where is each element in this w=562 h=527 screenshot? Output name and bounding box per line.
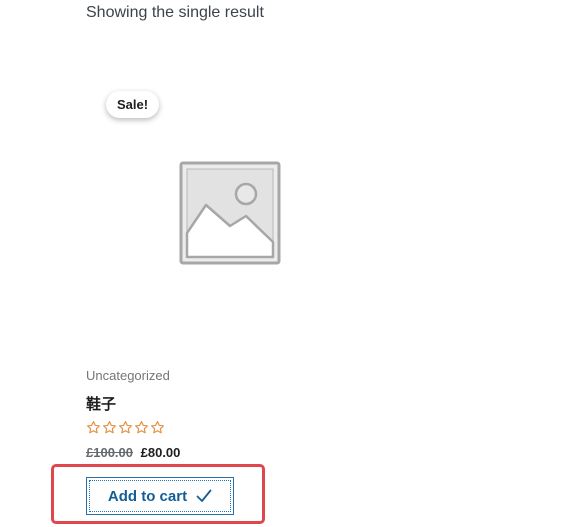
add-to-cart-button[interactable]: Add to cart	[86, 477, 234, 515]
star-outline-icon	[103, 421, 116, 434]
product-title[interactable]: 鞋子	[86, 396, 116, 414]
star-outline-icon	[87, 421, 100, 434]
product-category: Uncategorized	[86, 368, 170, 383]
sale-badge: Sale!	[106, 91, 159, 118]
image-placeholder-icon	[179, 161, 281, 265]
checkmark-icon	[196, 489, 212, 503]
product-card: Sale! Uncategorized 鞋子 £100.00 £80.00 Ad…	[86, 60, 386, 527]
star-outline-icon	[119, 421, 132, 434]
product-price: £100.00 £80.00	[86, 445, 180, 461]
add-to-cart-label: Add to cart	[107, 487, 188, 505]
result-count: Showing the single result	[86, 4, 264, 21]
star-outline-icon	[151, 421, 164, 434]
sale-price: £80.00	[140, 445, 181, 460]
star-rating	[86, 420, 165, 436]
star-outline-icon	[135, 421, 148, 434]
regular-price: £100.00	[86, 445, 133, 460]
